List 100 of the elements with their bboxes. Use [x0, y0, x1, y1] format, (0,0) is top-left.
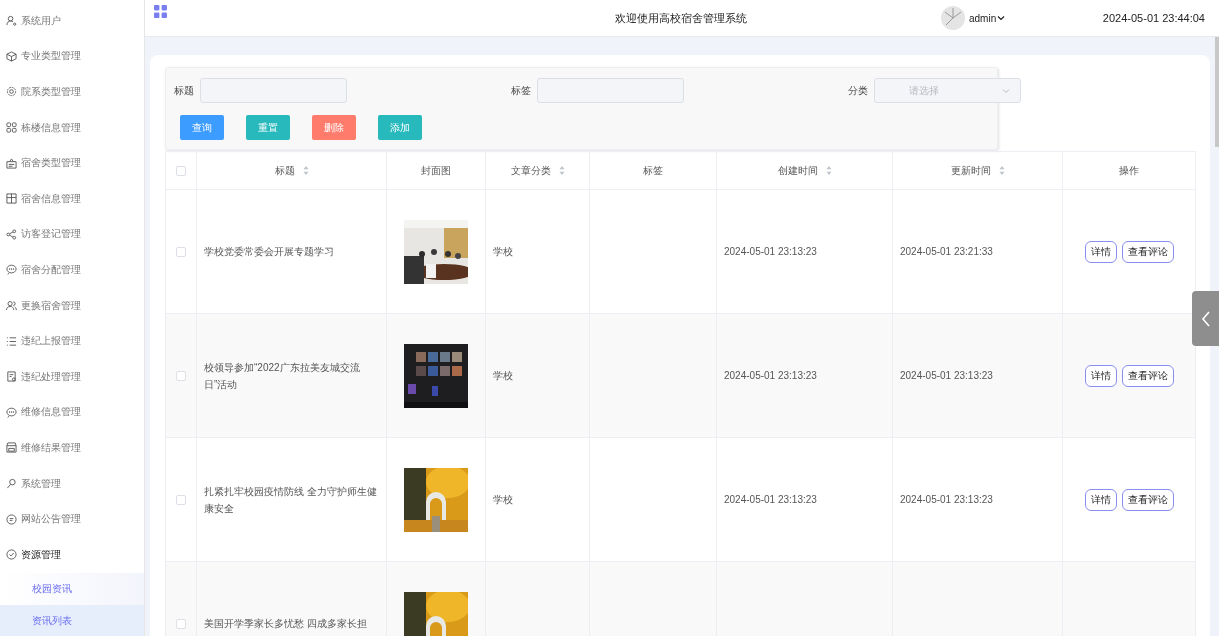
menu-label: 专业类型管理 — [21, 49, 81, 64]
sort-icon[interactable] — [825, 166, 832, 176]
table-cell: 2024-05-01 23:13:23 — [724, 494, 817, 505]
menu-label: 维修结果管理 — [21, 440, 81, 455]
grid-icon — [6, 122, 17, 134]
checkbox[interactable] — [176, 371, 186, 382]
menu-label: 维修信息管理 — [21, 405, 81, 420]
list-icon — [6, 335, 17, 347]
column-header[interactable]: 操作 — [1062, 151, 1196, 190]
table-cell: 2024-05-01 23:13:23 — [724, 370, 817, 381]
column-header[interactable]: 文章分类 — [485, 151, 590, 190]
table-cell: 2024-05-01 23:21:33 — [900, 246, 993, 257]
menu-label: 违纪处理管理 — [21, 369, 81, 384]
menu-label: 违纪上报管理 — [21, 334, 81, 349]
table-cell: 美国开学季家长多忧愁 四成多家长担 — [196, 561, 387, 636]
checkbox[interactable] — [176, 495, 186, 506]
menu-item[interactable]: 栋楼信息管理 — [0, 109, 144, 146]
share-icon — [6, 228, 17, 240]
menu-label: 宿舍信息管理 — [21, 191, 81, 206]
person-icon — [6, 15, 17, 27]
menu-item[interactable]: 访客登记管理 — [0, 216, 144, 253]
field-label: 标签 — [511, 83, 531, 98]
sort-icon[interactable] — [998, 166, 1005, 176]
chevron-left-icon — [1200, 310, 1211, 327]
menu-item[interactable]: 宿舍类型管理 — [0, 145, 144, 181]
table-cell: 2024-05-01 23:13:23 — [900, 370, 993, 381]
menu-item[interactable]: 系统管理 — [0, 465, 144, 502]
action-button[interactable]: 删除 — [312, 115, 356, 140]
table-cell: 扎紧扎牢校园疫情防线 全力守护师生健康安全 — [196, 437, 387, 562]
menu-label: 系统管理 — [21, 476, 61, 491]
cube-icon — [6, 50, 17, 62]
menu-item[interactable]: 违纪处理管理 — [0, 358, 144, 395]
menu-label: 宿舍类型管理 — [21, 156, 81, 171]
chevron-down-icon — [1002, 86, 1010, 95]
input-field[interactable] — [200, 78, 347, 103]
document-icon — [6, 371, 17, 383]
avatar[interactable] — [941, 6, 965, 30]
menu-label: 访客登记管理 — [21, 227, 81, 242]
row-action-button[interactable]: 查看评论 — [1121, 240, 1174, 263]
scrollbar[interactable] — [1215, 37, 1219, 147]
menu-item[interactable]: 维修信息管理 — [0, 394, 144, 431]
menu-label: 网站公告管理 — [21, 512, 81, 527]
sort-icon[interactable] — [558, 166, 565, 176]
table-cell: 学校 — [493, 370, 513, 381]
row-action-button[interactable]: 查看评论 — [1121, 488, 1174, 511]
table-cell: 学校 — [493, 246, 513, 257]
menu-item[interactable]: 宿舍信息管理 — [0, 180, 144, 217]
column-header[interactable]: 封面图 — [386, 151, 486, 190]
column-header[interactable]: 标签 — [589, 151, 717, 190]
user-menu[interactable]: admin — [965, 12, 1006, 24]
chat-icon — [6, 264, 17, 276]
menu-label: 宿舍分配管理 — [21, 262, 81, 277]
menu-label: 栋楼信息管理 — [21, 120, 81, 135]
chat-icon — [6, 406, 17, 418]
grid-icon[interactable] — [154, 4, 167, 18]
menu-item[interactable]: 违纪上报管理 — [0, 323, 144, 359]
row-action-button[interactable]: 详情 — [1084, 488, 1117, 511]
menu-item[interactable]: 更换宿舍管理 — [0, 287, 144, 324]
board-icon — [6, 157, 17, 169]
caret-icon — [997, 14, 1006, 22]
column-header[interactable]: 更新时间 — [892, 151, 1063, 190]
submenu-item[interactable]: 资讯列表 — [0, 604, 144, 636]
menu-label: 系统用户 — [21, 13, 61, 28]
menu-label: 资源管理 — [21, 547, 61, 562]
field-label: 分类 — [848, 83, 868, 98]
table-cell: 学校 — [493, 494, 513, 505]
checkbox[interactable] — [176, 166, 186, 177]
column-header[interactable]: 标题 — [196, 151, 387, 190]
menu-item[interactable]: 维修结果管理 — [0, 430, 144, 466]
menu-item[interactable]: 院系类型管理 — [0, 74, 144, 110]
table-cell: 校领导参加“2022广东拉美友城交流日”活动 — [196, 313, 387, 438]
table-cell: 2024-05-01 23:13:23 — [724, 246, 817, 257]
sort-icon[interactable] — [302, 166, 309, 176]
menu-item[interactable]: 网站公告管理 — [0, 501, 144, 537]
gear-icon — [6, 86, 17, 98]
menu-label: 更换宿舍管理 — [21, 298, 81, 313]
page-title: 欢迎使用高校宿舍管理系统 — [615, 10, 747, 26]
field-label: 标题 — [174, 83, 194, 98]
input-field[interactable] — [537, 78, 684, 103]
checkbox[interactable] — [176, 619, 186, 630]
collapse-tab[interactable] — [1192, 291, 1219, 346]
people-icon — [6, 300, 17, 312]
row-action-button[interactable]: 详情 — [1084, 364, 1117, 387]
action-button[interactable]: 查询 — [180, 115, 224, 140]
check-circle-icon — [6, 549, 17, 561]
column-header[interactable]: 创建时间 — [716, 151, 893, 190]
table-cell: 2024-05-01 23:13:23 — [900, 494, 993, 505]
row-action-button[interactable]: 详情 — [1084, 240, 1117, 263]
layout-icon — [6, 193, 17, 205]
datetime: 2024-05-01 23:44:04 — [1102, 12, 1205, 24]
checkbox[interactable] — [176, 247, 186, 258]
menu-item[interactable]: 宿舍分配管理 — [0, 252, 144, 288]
menu-item[interactable]: 系统用户 — [0, 3, 144, 39]
table-cell: 学校党委常委会开展专题学习 — [196, 189, 387, 314]
menu-label: 院系类型管理 — [21, 85, 81, 99]
menu-item[interactable]: 专业类型管理 — [0, 38, 144, 75]
row-action-button[interactable]: 查看评论 — [1121, 364, 1174, 387]
menu-item[interactable]: 资源管理 — [0, 536, 144, 573]
message-icon — [6, 513, 17, 525]
store-icon — [6, 442, 17, 454]
